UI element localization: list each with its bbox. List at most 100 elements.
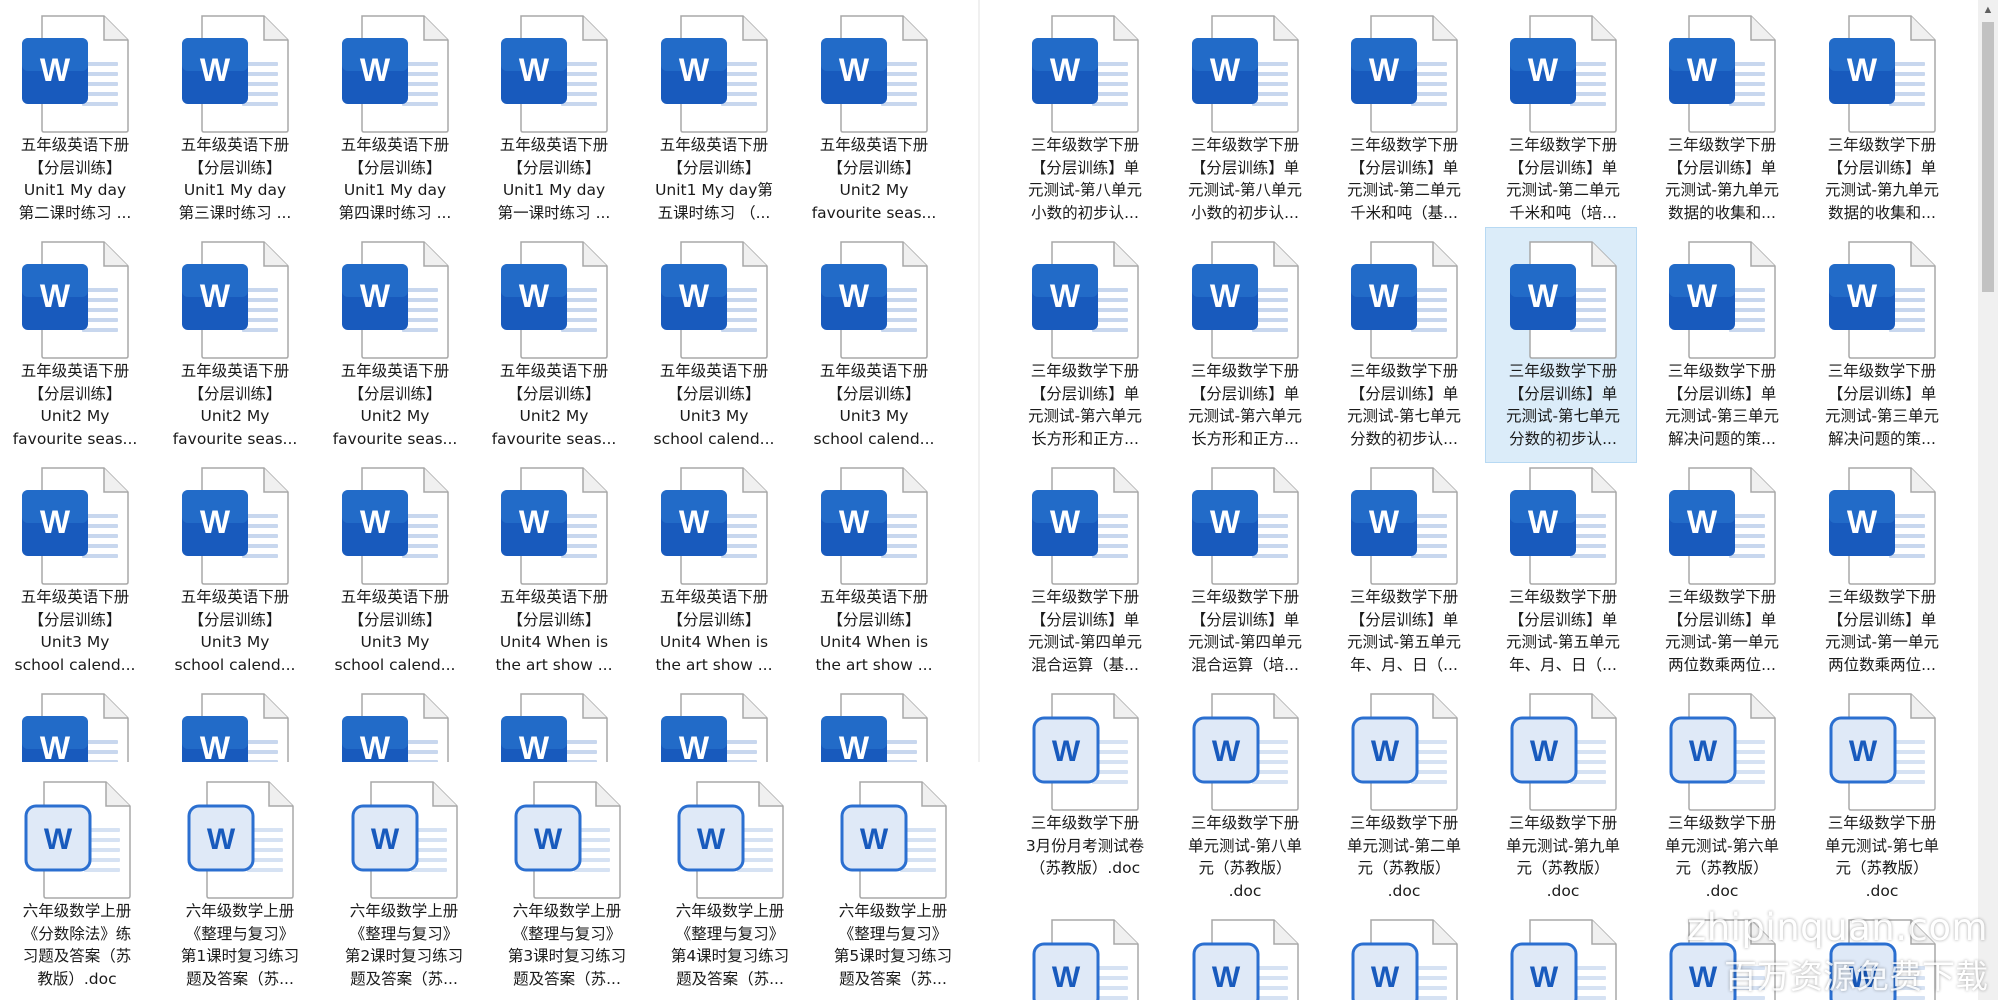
file-name-line: 五年级英语下册	[20, 362, 130, 380]
file-name-line: 五年级英语下册	[20, 136, 130, 154]
file-name-line: 两位数乘两位...	[1668, 655, 1776, 674]
word-document-icon: W	[821, 241, 928, 359]
file-name-line: 元测试-第五单元	[1505, 633, 1621, 651]
file-name-line: 元（苏教版）	[1516, 859, 1610, 877]
word-document-icon: W	[677, 781, 784, 899]
scroll-down-arrow-icon[interactable]: ▼	[978, 742, 980, 762]
file-name-label: 三年级数学下册 单元测试-第六单 元（苏教版） .doc	[1647, 812, 1797, 902]
file-name-line: 【分层训练】	[827, 384, 921, 403]
file-name-line: 《整理与复习》	[512, 924, 622, 943]
word-document-icon: W	[661, 15, 768, 133]
svg-text:W: W	[1050, 52, 1081, 88]
file-name-line: 元测试-第八单元	[1027, 181, 1143, 199]
file-name-line: 元测试-第六单元	[1187, 407, 1303, 425]
word-document-icon: W	[1510, 15, 1617, 133]
file-name-label: 三年级数学下册 【分层训练】单 元测试-第一单元 两位数乘两位...	[1647, 586, 1797, 676]
file-name-line: 数据的收集和...	[1828, 203, 1936, 222]
file-name-line: .doc	[1228, 881, 1262, 900]
svg-text:W: W	[200, 504, 231, 540]
word-document-icon: W	[22, 15, 129, 133]
word-document-icon: W	[1351, 919, 1458, 1000]
file-name-line: 元（苏教版）	[1835, 859, 1929, 877]
file-name-label: 五年级英语下册 【分层训练】 Unit1 My day 第一课时练习 ...	[479, 134, 629, 224]
file-name-line: 五年级英语下册	[499, 588, 609, 606]
svg-text:W: W	[1210, 278, 1241, 314]
svg-text:W: W	[1050, 278, 1081, 314]
svg-text:W: W	[1687, 278, 1718, 314]
svg-text:W: W	[1212, 961, 1241, 994]
right-scrollbar[interactable]: ▲	[1978, 0, 1998, 1000]
file-name-line: 解决问题的策...	[1828, 429, 1936, 448]
file-name-line: 【分层训练】	[188, 158, 282, 177]
file-name-line: 长方形和正方...	[1191, 429, 1299, 448]
left-upper-scrollbar[interactable]: ▲ ▼	[978, 0, 980, 762]
svg-text:W: W	[1528, 52, 1559, 88]
file-name-line: 元测试-第六单元	[1027, 407, 1143, 425]
word-document-icon: W	[342, 467, 449, 585]
file-name-line: 第1课时复习练习	[180, 947, 300, 965]
word-document-icon: W	[821, 467, 928, 585]
file-name-label: 三年级数学下册 单元测试-第八单 元（苏教版） .doc	[1170, 812, 1320, 902]
file-name-line: 【分层训练】单	[1030, 610, 1140, 629]
file-name-line: 第3课时复习练习	[507, 947, 627, 965]
file-name-line: 五年级英语下册	[499, 362, 609, 380]
file-name-line: 三年级数学下册	[1508, 814, 1618, 832]
file-name-line: 【分层训练】单	[1827, 384, 1937, 403]
file-name-line: 单元测试-第六单	[1664, 836, 1780, 855]
file-name-line: 【分层训练】单	[1030, 158, 1140, 177]
file-name-label: 三年级数学下册 【分层训练】单 元测试-第九单元 数据的收集和...	[1807, 134, 1957, 224]
file-name-line: Unit2 My	[40, 407, 110, 425]
file-name-line: 三年级数学下册	[1190, 362, 1300, 380]
word-document-icon: W	[1669, 693, 1776, 811]
file-name-line: 六年级数学上册	[838, 902, 948, 920]
svg-text:W: W	[860, 823, 889, 856]
file-name-line: school calend...	[334, 655, 456, 674]
word-document-icon: W	[1032, 15, 1139, 133]
file-name-line: Unit2 My	[839, 181, 909, 199]
word-document-icon: W	[1829, 467, 1936, 585]
file-name-line: 三年级数学下册	[1349, 362, 1459, 380]
file-name-line: 三年级数学下册	[1349, 814, 1459, 832]
file-name-label: 三年级数学下册 【分层训练】单 元测试-第五单元 年、月、日（...	[1488, 586, 1638, 676]
svg-text:W: W	[1528, 278, 1559, 314]
scroll-up-arrow-icon[interactable]: ▲	[1978, 0, 1998, 20]
file-name-line: 第5课时复习练习	[833, 947, 953, 965]
scroll-thumb[interactable]	[1982, 22, 1994, 292]
svg-text:W: W	[1371, 961, 1400, 994]
file-name-label: 三年级数学下册 单元测试-第七单 元（苏教版） .doc	[1807, 812, 1957, 902]
word-document-icon: W	[342, 241, 449, 359]
svg-text:W: W	[200, 730, 231, 762]
svg-text:W: W	[371, 823, 400, 856]
file-name-line: Unit3 My	[200, 633, 270, 651]
file-name-line: 五年级英语下册	[659, 362, 769, 380]
file-name-line: 《整理与复习》	[185, 924, 295, 943]
word-document-icon: W	[1351, 693, 1458, 811]
word-document-icon: W	[1510, 693, 1617, 811]
file-name-line: Unit3 My	[679, 407, 749, 425]
file-name-line: 三年级数学下册	[1349, 588, 1459, 606]
file-name-line: 【分层训练】单	[1508, 158, 1618, 177]
file-name-line: 3月份月考测试卷	[1025, 836, 1145, 855]
file-name-line: 【分层训练】	[28, 384, 122, 403]
svg-text:W: W	[839, 730, 870, 762]
file-name-line: 【分层训练】	[188, 610, 282, 629]
file-name-line: 【分层训练】	[507, 158, 601, 177]
file-name-line: 数据的收集和...	[1668, 203, 1776, 222]
file-name-label: 三年级数学下册 【分层训练】单 元测试-第五单元 年、月、日（...	[1329, 586, 1479, 676]
file-name-line: 三年级数学下册	[1030, 588, 1140, 606]
scroll-up-arrow-icon[interactable]: ▲	[978, 0, 980, 20]
file-name-line: 【分层训练】	[507, 610, 601, 629]
file-name-line: 【分层训练】	[667, 384, 761, 403]
file-name-label: 三年级数学下册 【分层训练】单 元测试-第八单元 小数的初步认...	[1010, 134, 1160, 224]
file-name-line: 三年级数学下册	[1190, 588, 1300, 606]
file-name-label: 六年级数学上册 《整理与复习》 第4课时复习练习 题及答案（苏...	[655, 900, 805, 990]
word-document-icon: W	[1829, 241, 1936, 359]
file-name-line: 元测试-第四单元	[1187, 633, 1303, 651]
word-document-icon: W	[1351, 15, 1458, 133]
word-document-icon: W	[821, 693, 928, 762]
word-document-icon: W	[1192, 241, 1299, 359]
file-name-line: Unit3 My	[360, 633, 430, 651]
word-document-icon: W	[840, 781, 947, 899]
file-name-line: 三年级数学下册	[1667, 136, 1777, 154]
file-name-line: 五年级英语下册	[819, 588, 929, 606]
